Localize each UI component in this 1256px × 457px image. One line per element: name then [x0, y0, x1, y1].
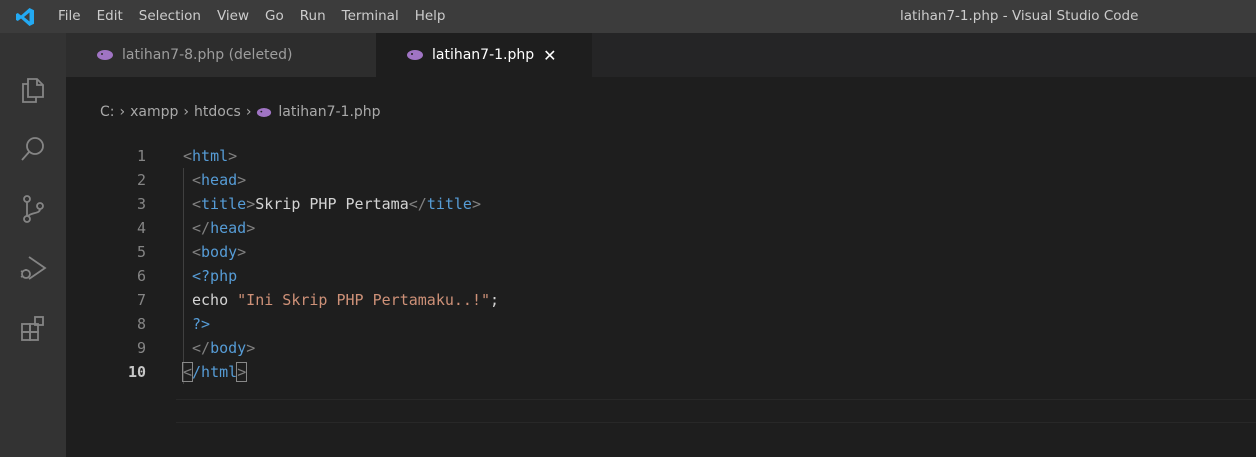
chevron-right-icon: ›	[119, 104, 126, 120]
code-token: >	[471, 195, 481, 213]
line-number: 7	[136, 291, 146, 309]
code-token: >	[237, 171, 247, 189]
code-token: "Ini Skrip PHP Pertamaku..!"	[237, 291, 491, 309]
window-title: latihan7-1.php - Visual Studio Code	[900, 8, 1139, 24]
code-token: </	[408, 195, 427, 213]
code-editor[interactable]: 1 <html> 2 <head> 3 <title>Skrip PHP Pertama<…	[66, 144, 1256, 440]
code-token: <	[192, 171, 202, 189]
code-text: <body>	[192, 240, 246, 264]
code-token: ;	[490, 291, 500, 309]
code-token: /html	[192, 363, 238, 381]
tab-latihan7-8[interactable]: latihan7-8.php (deleted)	[66, 33, 376, 77]
line-number: 1	[136, 147, 146, 165]
line-number: 2	[136, 171, 146, 189]
explorer-icon[interactable]	[0, 60, 66, 120]
code-line[interactable]: 9 </body>	[66, 336, 1256, 360]
code-line[interactable]: 4 </head>	[66, 216, 1256, 240]
chevron-right-icon: ›	[183, 104, 189, 120]
code-token: body	[201, 243, 238, 261]
menu-edit[interactable]: Edit	[89, 0, 131, 33]
code-line[interactable]: 3 <title>Skrip PHP Pertama</title>	[66, 192, 1256, 216]
code-line[interactable]: 8 ?>	[66, 312, 1256, 336]
line-number: 4	[136, 219, 146, 237]
line-number: 8	[136, 315, 146, 333]
chevron-right-icon: ›	[245, 104, 252, 120]
code-token: echo	[192, 291, 238, 309]
tab-label: latihan7-1.php	[432, 47, 535, 63]
code-token: >	[236, 362, 248, 382]
code-token: head	[210, 219, 247, 237]
code-token: <	[183, 147, 193, 165]
breadcrumb-htdocs[interactable]: htdocs	[194, 100, 241, 124]
code-token: title	[426, 195, 472, 213]
code-token: >	[246, 195, 256, 213]
tab-latihan7-1[interactable]: latihan7-1.php ✕	[376, 33, 592, 77]
code-token: body	[210, 339, 247, 357]
code-token: title	[201, 195, 247, 213]
code-line[interactable]: 10 </html>	[66, 360, 1256, 384]
code-line[interactable]: 6 <?php	[66, 264, 1256, 288]
code-token: >	[246, 339, 256, 357]
title-bar: File Edit Selection View Go Run Terminal…	[0, 0, 1256, 33]
tab-label: latihan7-8.php (deleted)	[122, 47, 293, 63]
menu-terminal[interactable]: Terminal	[334, 0, 407, 33]
code-line[interactable]: 2 <head>	[66, 168, 1256, 192]
breadcrumb-xampp[interactable]: xampp	[130, 100, 178, 124]
vscode-logo-icon	[0, 0, 50, 33]
code-token: <	[181, 362, 194, 382]
code-text: ?>	[192, 312, 210, 336]
code-token: >	[237, 243, 247, 261]
code-token: ?>	[192, 315, 211, 333]
code-text: </head>	[192, 216, 255, 240]
code-line[interactable]: 1 <html>	[66, 144, 1256, 168]
code-token: <?php	[192, 267, 238, 285]
line-number: 9	[136, 339, 146, 357]
php-file-icon	[406, 49, 424, 61]
menu-bar: File Edit Selection View Go Run Terminal…	[50, 0, 453, 33]
code-token: </	[192, 339, 211, 357]
code-text: </html>	[181, 360, 248, 384]
menu-selection[interactable]: Selection	[131, 0, 209, 33]
menu-help[interactable]: Help	[407, 0, 454, 33]
php-file-icon	[256, 107, 272, 118]
search-icon[interactable]	[0, 119, 66, 179]
code-token: html	[192, 147, 229, 165]
code-token: head	[201, 171, 238, 189]
code-line[interactable]: 7 echo "Ini Skrip PHP Pertamaku..!";	[66, 288, 1256, 312]
current-line-highlight	[176, 399, 1256, 423]
code-token: </	[192, 219, 211, 237]
line-number: 3	[136, 195, 146, 213]
code-line[interactable]: 5 <body>	[66, 240, 1256, 264]
tab-bar: latihan7-8.php (deleted) latihan7-1.php …	[66, 33, 1256, 77]
activity-bar	[0, 33, 66, 457]
code-text: </body>	[192, 336, 255, 360]
breadcrumb-file[interactable]: latihan7-1.php	[278, 100, 380, 124]
code-text: echo "Ini Skrip PHP Pertamaku..!";	[192, 288, 499, 312]
code-token: <	[192, 243, 202, 261]
php-file-icon	[96, 49, 114, 61]
breadcrumb-drive[interactable]: C:	[100, 100, 115, 124]
menu-run[interactable]: Run	[292, 0, 334, 33]
line-number: 5	[136, 243, 146, 261]
code-token: >	[246, 219, 256, 237]
run-debug-icon[interactable]	[0, 238, 66, 298]
code-token: >	[228, 147, 238, 165]
extensions-icon[interactable]	[0, 298, 66, 358]
close-icon[interactable]: ✕	[543, 46, 556, 65]
menu-view[interactable]: View	[209, 0, 257, 33]
line-number: 6	[136, 267, 146, 285]
source-control-icon[interactable]	[0, 179, 66, 239]
code-text: <title>Skrip PHP Pertama</title>	[192, 192, 481, 216]
code-token: <	[192, 195, 202, 213]
menu-go[interactable]: Go	[257, 0, 292, 33]
menu-file[interactable]: File	[50, 0, 89, 33]
code-text: <html>	[183, 144, 237, 168]
breadcrumb: C: › xampp › htdocs › latihan7-1.php	[100, 100, 381, 124]
code-token: Skrip PHP Pertama	[255, 195, 409, 213]
line-number: 10	[127, 363, 146, 381]
code-text: <?php	[192, 264, 237, 288]
code-text: <head>	[192, 168, 246, 192]
